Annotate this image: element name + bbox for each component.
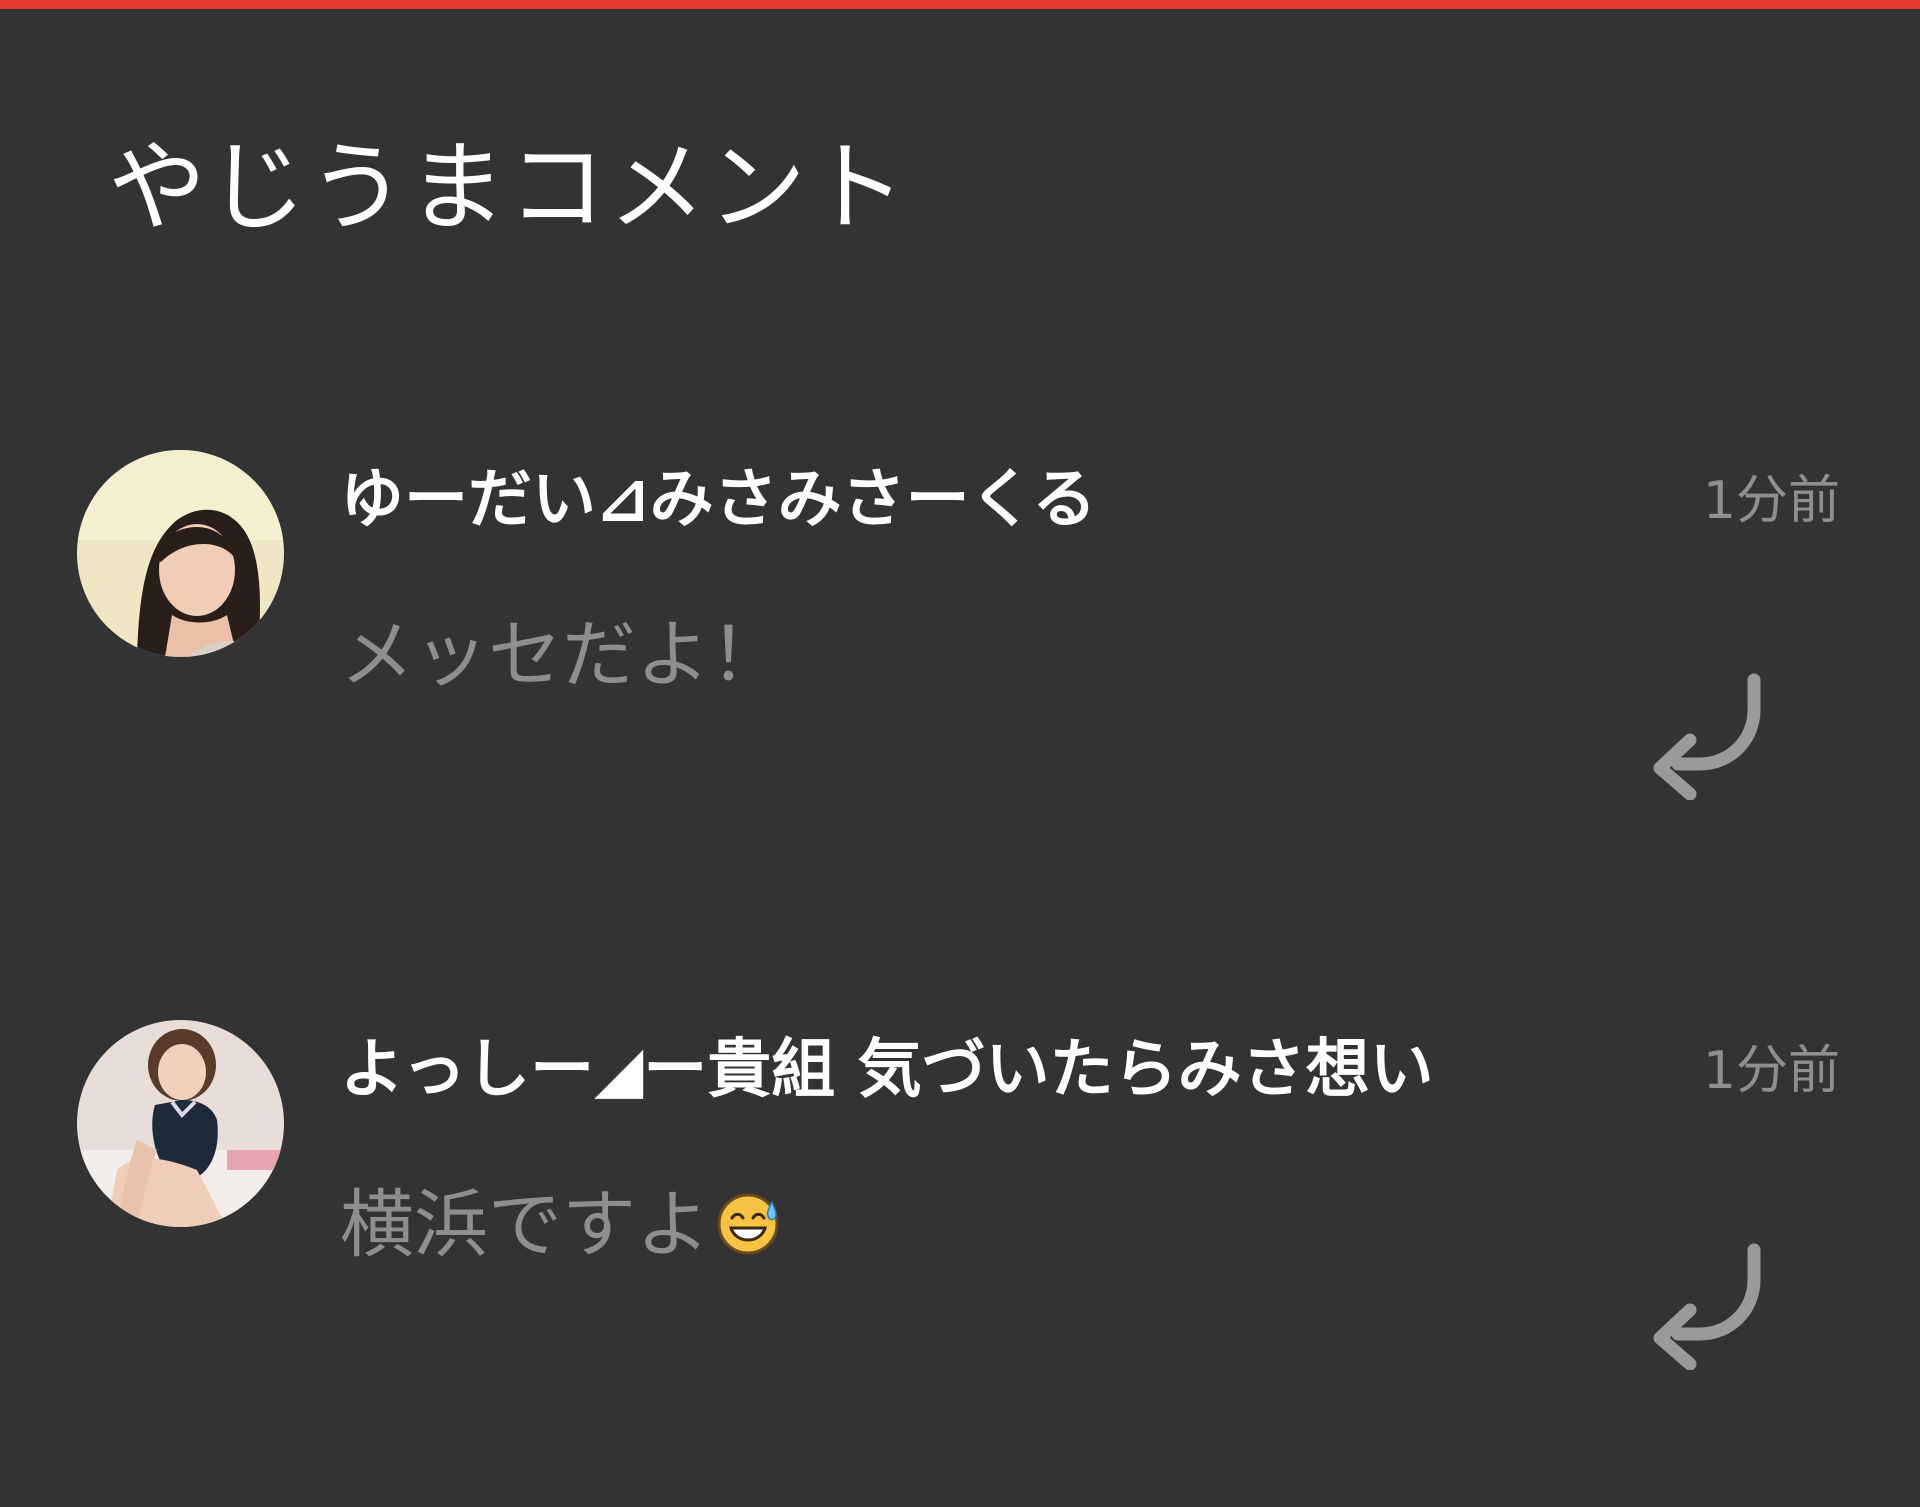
comment-username[interactable]: ゆーだい⊿みさみさーくる: [340, 460, 1096, 540]
reply-arrow-icon: [1653, 1243, 1761, 1371]
comment-timestamp: 1分前: [1702, 1041, 1840, 1101]
comment-username[interactable]: よっしー◢ー貴組 気づいたらみさ想い: [340, 1030, 1434, 1110]
reply-button[interactable]: [1642, 1240, 1772, 1371]
grinning-sweat-emoji-icon: [717, 1193, 779, 1255]
comment-message-text: 横浜ですよ: [340, 1182, 710, 1268]
avatar-photo: [77, 450, 284, 657]
comment-item: よっしー◢ー貴組 気づいたらみさ想い 1分前 横浜ですよ: [0, 1020, 1920, 1400]
avatar-photo: [77, 1020, 284, 1227]
comment-timestamp: 1分前: [1702, 471, 1840, 531]
avatar[interactable]: [77, 450, 284, 657]
comment-item: ゆーだい⊿みさみさーくる 1分前 メッセだよ！: [0, 450, 1920, 830]
reply-button[interactable]: [1642, 670, 1772, 801]
page-title: やじうまコメント: [108, 131, 909, 245]
comment-message: 横浜ですよ: [340, 1180, 782, 1270]
avatar[interactable]: [77, 1020, 284, 1227]
top-accent-bar: [0, 0, 1920, 9]
reply-arrow-icon: [1653, 673, 1761, 801]
comment-message: メッセだよ！: [340, 612, 784, 698]
